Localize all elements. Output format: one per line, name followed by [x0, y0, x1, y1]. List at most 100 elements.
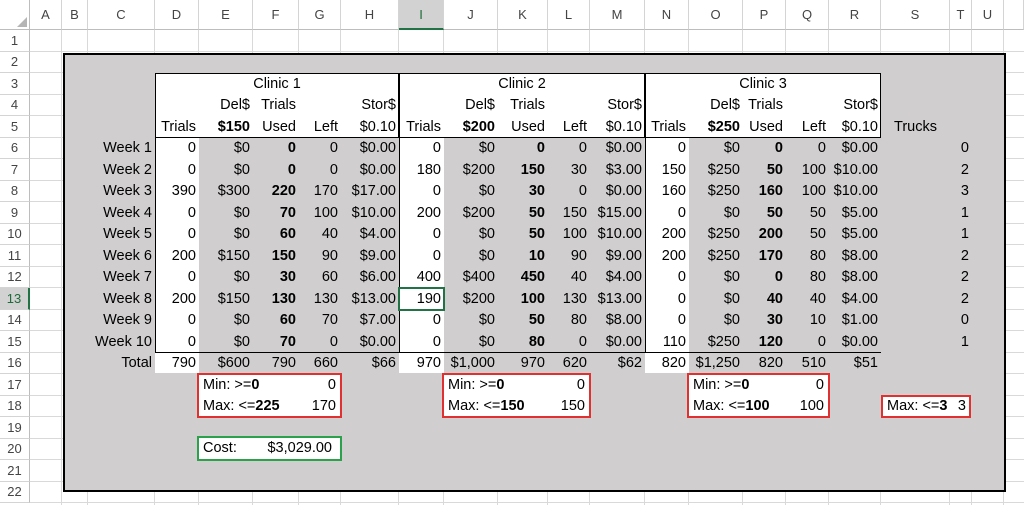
row-header-22[interactable]: 22 [0, 481, 30, 503]
trials-left-cell[interactable]: 50 [786, 202, 829, 224]
storage-cost-cell[interactable]: $5.00 [829, 224, 881, 246]
storage-cost-cell[interactable]: $15.00 [590, 202, 645, 224]
del-cost-cell[interactable]: $0 [199, 202, 253, 224]
del-cost-cell[interactable]: $0 [689, 288, 743, 310]
del-cost-cell[interactable]: $0 [444, 138, 498, 160]
total-left[interactable]: 660 [299, 353, 341, 375]
trials-left-cell[interactable]: 0 [548, 181, 590, 203]
min-value[interactable]: 0 [496, 377, 504, 393]
row-header-10[interactable]: 10 [0, 223, 30, 245]
trials-left-cell[interactable]: 0 [786, 138, 829, 160]
trials-used-cell[interactable]: 170 [743, 245, 786, 267]
trials-left-cell[interactable]: 40 [299, 224, 341, 246]
del-cost-cell[interactable]: $0 [444, 310, 498, 332]
trials-used-cell[interactable]: 70 [253, 331, 299, 353]
trials-cell[interactable]: 0 [399, 181, 444, 203]
column-header-k[interactable]: K [498, 0, 548, 30]
row-header-12[interactable]: 12 [0, 266, 30, 288]
row-header-13[interactable]: 13 [0, 288, 30, 310]
trucks-cell[interactable]: 1 [950, 224, 972, 246]
del-cost-cell[interactable]: $200 [444, 202, 498, 224]
row-header-6[interactable]: 6 [0, 137, 30, 159]
storage-cost-cell[interactable]: $0.00 [341, 138, 399, 160]
storage-cost-cell[interactable]: $0.00 [829, 331, 881, 353]
storage-cost-cell[interactable]: $0.00 [590, 331, 645, 353]
storage-cost-cell[interactable]: $7.00 [341, 310, 399, 332]
column-header-u[interactable]: U [972, 0, 1004, 30]
total-storage[interactable]: $66 [341, 353, 399, 375]
trials-left-cell[interactable]: 60 [299, 267, 341, 289]
trials-cell[interactable]: 150 [645, 159, 689, 181]
trials-used-cell[interactable]: 30 [253, 267, 299, 289]
column-header-h[interactable]: H [341, 0, 399, 30]
column-header-b[interactable]: B [62, 0, 88, 30]
del-cost-cell[interactable]: $200 [444, 159, 498, 181]
del-cost-cell[interactable]: $0 [444, 224, 498, 246]
trucks-cell[interactable]: 2 [950, 267, 972, 289]
row-header-3[interactable]: 3 [0, 73, 30, 95]
del-cost-cell[interactable]: $0 [689, 138, 743, 160]
trials-left-cell[interactable]: 150 [548, 202, 590, 224]
trials-cell[interactable]: 0 [155, 224, 199, 246]
del-cost-cell[interactable]: $150 [199, 288, 253, 310]
trials-cell[interactable]: 390 [155, 181, 199, 203]
row-header-18[interactable]: 18 [0, 395, 30, 417]
del-cost-cell[interactable]: $0 [444, 331, 498, 353]
storage-cost-cell[interactable]: $0.00 [590, 181, 645, 203]
trials-cell[interactable]: 0 [645, 288, 689, 310]
max-result[interactable]: 170 [299, 396, 339, 418]
trials-cell[interactable]: 0 [155, 138, 199, 160]
trials-cell[interactable]: 0 [399, 245, 444, 267]
trials-used-cell[interactable]: 130 [253, 288, 299, 310]
storage-cost-cell[interactable]: $0.00 [590, 138, 645, 160]
storage-cost-cell[interactable]: $4.00 [341, 224, 399, 246]
trials-cell[interactable]: 200 [399, 202, 444, 224]
storage-cost-cell[interactable]: $8.00 [829, 267, 881, 289]
selected-cell-value[interactable]: 190 [399, 288, 444, 310]
trials-used-cell[interactable]: 30 [498, 181, 548, 203]
trials-cell[interactable]: 0 [155, 267, 199, 289]
trials-left-cell[interactable]: 170 [299, 181, 341, 203]
trials-cell[interactable]: 0 [645, 138, 689, 160]
trials-used-cell[interactable]: 100 [498, 288, 548, 310]
del-cost-cell[interactable]: $0 [444, 181, 498, 203]
trucks-cell[interactable]: 1 [950, 331, 972, 353]
column-header-j[interactable]: J [444, 0, 498, 30]
row-header-15[interactable]: 15 [0, 331, 30, 353]
trials-left-cell[interactable]: 50 [786, 224, 829, 246]
total-del-cost[interactable]: $600 [199, 353, 253, 375]
trials-used-cell[interactable]: 50 [498, 202, 548, 224]
trials-left-cell[interactable]: 70 [299, 310, 341, 332]
trials-used-cell[interactable]: 50 [498, 310, 548, 332]
row-header-5[interactable]: 5 [0, 116, 30, 138]
trucks-cell[interactable]: 0 [950, 310, 972, 332]
column-header-p[interactable]: P [743, 0, 786, 30]
trials-cell[interactable]: 0 [645, 310, 689, 332]
del-cost-cell[interactable]: $200 [444, 288, 498, 310]
row-header-9[interactable]: 9 [0, 202, 30, 224]
trucks-cell[interactable]: 0 [950, 138, 972, 160]
trials-used-cell[interactable]: 150 [253, 245, 299, 267]
min-result[interactable]: 0 [786, 374, 827, 396]
total-used[interactable]: 790 [253, 353, 299, 375]
del-cost-cell[interactable]: $0 [199, 159, 253, 181]
trials-cell[interactable]: 200 [645, 224, 689, 246]
column-header-g[interactable]: G [299, 0, 341, 30]
trials-cell[interactable]: 0 [155, 202, 199, 224]
column-header-e[interactable]: E [199, 0, 253, 30]
del-cost-cell[interactable]: $150 [199, 245, 253, 267]
trials-left-cell[interactable]: 0 [786, 331, 829, 353]
trials-used-cell[interactable]: 0 [743, 267, 786, 289]
trucks-cell[interactable]: 2 [950, 288, 972, 310]
trials-cell[interactable]: 0 [399, 310, 444, 332]
trials-left-cell[interactable]: 30 [548, 159, 590, 181]
trials-left-cell[interactable]: 80 [786, 245, 829, 267]
max-value[interactable]: 225 [255, 398, 279, 414]
trials-left-cell[interactable]: 80 [548, 310, 590, 332]
trials-used-cell[interactable]: 0 [253, 138, 299, 160]
storage-cost-cell[interactable]: $8.00 [829, 245, 881, 267]
trials-left-cell[interactable]: 40 [786, 288, 829, 310]
storage-cost-cell[interactable]: $4.00 [829, 288, 881, 310]
del-cost-cell[interactable]: $250 [689, 159, 743, 181]
trials-used-cell[interactable]: 150 [498, 159, 548, 181]
